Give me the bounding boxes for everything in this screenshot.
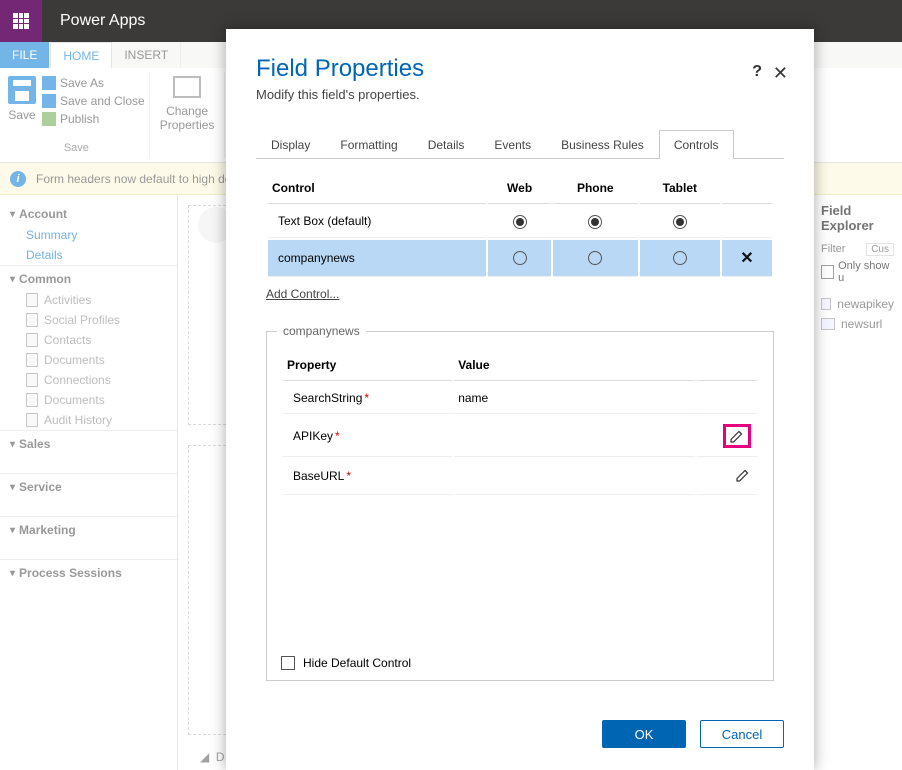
edit-pencil-icon[interactable] [729, 428, 745, 444]
dialog-subtitle: Modify this field's properties. [256, 87, 784, 102]
dialog-tabs: Display Formatting Details Events Busine… [256, 130, 784, 159]
property-row: SearchString*name [283, 383, 757, 414]
tab-details[interactable]: Details [413, 130, 480, 159]
tab-formatting[interactable]: Formatting [325, 130, 412, 159]
radio-phone[interactable] [588, 215, 602, 229]
property-name: BaseURL* [283, 459, 452, 495]
property-value [454, 459, 695, 495]
tab-display[interactable]: Display [256, 130, 325, 159]
app-name: Power Apps [60, 12, 145, 30]
waffle-launcher[interactable] [0, 0, 42, 42]
property-row: APIKey* [283, 416, 757, 457]
property-value: name [454, 383, 695, 414]
radio-tablet[interactable] [673, 251, 687, 265]
col-phone: Phone [553, 173, 638, 204]
control-row[interactable]: Text Box (default) [268, 206, 772, 238]
controls-table: Control Web Phone Tablet Text Box (defau… [266, 171, 774, 279]
radio-phone[interactable] [588, 251, 602, 265]
tab-events[interactable]: Events [479, 130, 546, 159]
property-name: SearchString* [283, 383, 452, 414]
control-name: companynews [268, 240, 486, 277]
radio-web[interactable] [513, 215, 527, 229]
control-row[interactable]: companynews ✕ [268, 240, 772, 277]
waffle-icon [13, 13, 29, 29]
dialog-close-icon[interactable]: ✕ [773, 63, 788, 84]
property-row: BaseURL* [283, 459, 757, 495]
edit-pencil-icon[interactable] [735, 467, 751, 483]
col-tablet: Tablet [640, 173, 720, 204]
add-control-link[interactable]: Add Control... [266, 287, 339, 301]
control-name: Text Box (default) [268, 206, 486, 238]
property-value [454, 416, 695, 457]
tab-controls[interactable]: Controls [659, 130, 734, 159]
col-value: Value [454, 350, 695, 381]
hide-default-checkbox[interactable] [281, 656, 295, 670]
property-name: APIKey* [283, 416, 452, 457]
properties-table: Property Value SearchString*nameAPIKey*B… [281, 348, 759, 497]
tab-business-rules[interactable]: Business Rules [546, 130, 659, 159]
col-control: Control [268, 173, 486, 204]
cancel-button[interactable]: Cancel [700, 720, 784, 748]
dialog-help-icon[interactable]: ? [752, 63, 762, 81]
hide-default-label: Hide Default Control [303, 656, 411, 670]
control-properties-fieldset: companynews Property Value SearchString*… [266, 331, 774, 681]
col-web: Web [488, 173, 551, 204]
col-property: Property [283, 350, 452, 381]
radio-web[interactable] [513, 251, 527, 265]
ok-button[interactable]: OK [602, 720, 686, 748]
delete-control-icon[interactable]: ✕ [740, 250, 753, 267]
radio-tablet[interactable] [673, 215, 687, 229]
edit-pencil-highlight[interactable] [723, 424, 751, 448]
fieldset-legend: companynews [277, 324, 366, 338]
dialog-title: Field Properties [256, 55, 784, 83]
field-properties-dialog: ? ✕ Field Properties Modify this field's… [226, 29, 814, 770]
